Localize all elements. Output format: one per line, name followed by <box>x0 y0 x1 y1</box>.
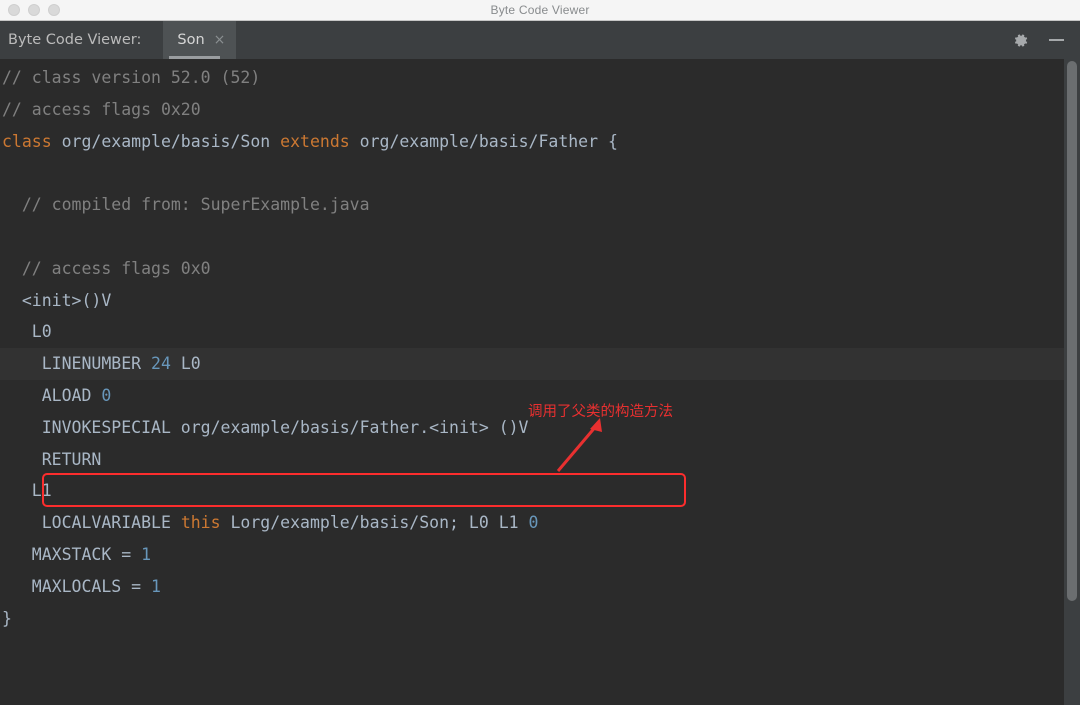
code-line: MAXLOCALS = 1 <box>0 571 1080 603</box>
code-line: L1 <box>0 475 1080 507</box>
code-token: Lorg/example/basis/Son; L0 L1 <box>220 513 529 533</box>
code-line: INVOKESPECIAL org/example/basis/Father.<… <box>0 412 1080 444</box>
code-line: LOCALVARIABLE this Lorg/example/basis/So… <box>0 507 1080 539</box>
gear-icon[interactable] <box>1010 30 1030 50</box>
minimize-window-button[interactable] <box>28 4 40 16</box>
code-token: 1 <box>141 544 152 564</box>
code-line: MAXSTACK = 1 <box>0 539 1080 571</box>
code-token: MAXSTACK = <box>2 544 142 564</box>
vertical-scrollbar[interactable] <box>1064 59 1080 705</box>
bytecode-code-block: // class version 52.0 (52) // access flag… <box>0 59 1080 634</box>
code-token: L0 <box>170 354 201 374</box>
code-token: L0 <box>2 322 52 342</box>
code-token: LINENUMBER <box>2 354 152 374</box>
code-token: // class version 52.0 (52) <box>2 68 261 87</box>
close-window-button[interactable] <box>8 4 20 16</box>
tab-son[interactable]: Son × <box>163 21 237 59</box>
code-token: 1 <box>151 576 161 596</box>
app-toolbar: Byte Code Viewer: Son × <box>0 21 1080 59</box>
code-token: LOCALVARIABLE <box>2 513 181 533</box>
bytecode-editor[interactable]: // class version 52.0 (52) // access flag… <box>0 59 1080 705</box>
code-token: this <box>180 513 221 533</box>
code-token: extends <box>280 131 350 151</box>
code-token: 0 <box>101 385 112 405</box>
minimize-icon[interactable] <box>1046 30 1066 50</box>
code-line: // access flags 0x20 <box>0 94 1080 126</box>
code-token: org/example/basis/Father { <box>349 131 618 151</box>
code-token: // access flags 0x0 <box>2 258 211 278</box>
code-line: } <box>0 603 1080 635</box>
code-line: // class version 52.0 (52) <box>0 62 1080 94</box>
code-token: <init>()V <box>2 290 112 310</box>
byte-code-viewer-window: Byte Code Viewer Byte Code Viewer: Son ×… <box>0 0 1080 705</box>
code-token: ALOAD <box>2 385 102 405</box>
code-token: INVOKESPECIAL org/example/basis/Father.<… <box>2 417 529 437</box>
code-line: LINENUMBER 24 L0 <box>0 348 1080 380</box>
scrollbar-thumb[interactable] <box>1067 61 1077 601</box>
code-token: 24 <box>151 354 171 374</box>
code-line: ALOAD 0 <box>0 380 1080 412</box>
window-title: Byte Code Viewer <box>490 3 590 17</box>
code-line: class org/example/basis/Son extends org/… <box>0 126 1080 158</box>
code-token: MAXLOCALS = <box>2 576 152 596</box>
code-token: L1 <box>2 481 52 501</box>
code-token: RETURN <box>2 449 102 469</box>
code-line: RETURN <box>0 444 1080 476</box>
zoom-window-button[interactable] <box>48 4 60 16</box>
code-token: 0 <box>528 513 539 533</box>
code-line: // access flags 0x0 <box>0 253 1080 285</box>
app-title-label: Byte Code Viewer: <box>8 32 142 48</box>
toolbar-actions <box>1010 21 1080 59</box>
code-token: org/example/basis/Son <box>51 131 281 151</box>
traffic-lights <box>0 4 60 16</box>
code-token: } <box>2 608 12 628</box>
code-token: class <box>2 131 52 151</box>
code-token: // compiled from: SuperExample.java <box>2 195 370 215</box>
code-line: // compiled from: SuperExample.java <box>0 189 1080 221</box>
code-token: // access flags 0x20 <box>2 99 201 119</box>
window-titlebar: Byte Code Viewer <box>0 0 1080 21</box>
code-line: L0 <box>0 316 1080 348</box>
close-icon[interactable]: × <box>214 33 226 47</box>
code-line: <init>()V <box>0 285 1080 317</box>
tab-label: Son <box>177 32 205 48</box>
